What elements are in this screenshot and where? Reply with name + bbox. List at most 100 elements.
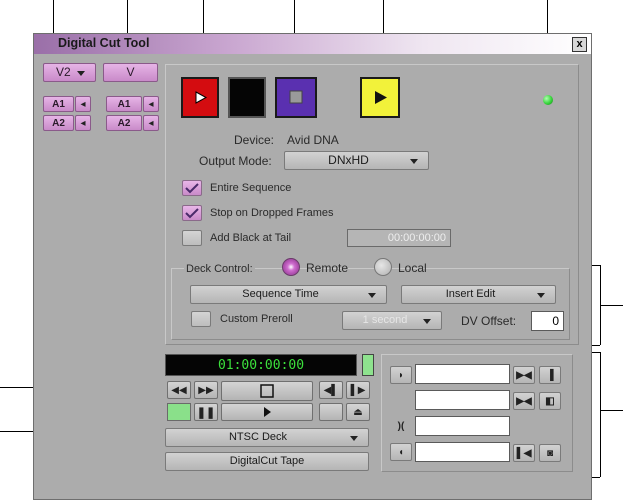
dv-offset-label: DV Offset: bbox=[461, 314, 517, 328]
duration-field[interactable] bbox=[415, 416, 510, 436]
deck-status-indicator bbox=[362, 354, 374, 376]
tape-name-button[interactable]: DigitalCut Tape bbox=[165, 452, 369, 471]
arrow-left-icon: ◂ bbox=[80, 98, 86, 110]
play-button[interactable] bbox=[360, 77, 400, 118]
rewind-button[interactable]: ◀◀ bbox=[167, 381, 191, 399]
local-radio[interactable] bbox=[374, 258, 392, 276]
audio-track-a1-right[interactable]: A1 bbox=[106, 96, 142, 112]
audio-track-a2-left[interactable]: A2 bbox=[43, 115, 74, 131]
add-black-checkbox[interactable] bbox=[182, 230, 202, 246]
mark-out-button[interactable]: ◖ bbox=[390, 443, 412, 461]
stop-dropped-frames-label: Stop on Dropped Frames bbox=[210, 207, 334, 219]
mark-out-icon: ◖ bbox=[397, 446, 405, 458]
sequence-time-value: Sequence Time bbox=[242, 288, 319, 300]
stop-dropped-frames-checkbox[interactable] bbox=[182, 205, 202, 221]
audio-track-label: A2 bbox=[52, 118, 65, 129]
audio-a1-left-arrow[interactable]: ◂ bbox=[75, 96, 91, 112]
device-value: Avid DNA bbox=[287, 133, 339, 147]
audio-track-label: A1 bbox=[117, 99, 131, 110]
audio-track-a1-left[interactable]: A1 bbox=[43, 96, 74, 112]
clear-both-button[interactable]: ◙ bbox=[539, 444, 561, 462]
rewind-icon: ◀◀ bbox=[171, 384, 187, 396]
record-button[interactable] bbox=[181, 77, 219, 118]
timecode-value: 01:00:00:00 bbox=[217, 358, 305, 373]
step-back-button[interactable]: ◀▌ bbox=[319, 381, 343, 399]
insert-edit-value: Insert Edit bbox=[445, 288, 496, 300]
mark-in-icon: ◗ bbox=[397, 369, 405, 381]
add-black-duration-field[interactable]: 00:00:00:00 bbox=[347, 229, 451, 247]
mark-out-secondary-field[interactable] bbox=[415, 442, 510, 462]
mark-in-button[interactable]: ◗ bbox=[390, 366, 412, 384]
transport-blank-button[interactable] bbox=[319, 403, 343, 421]
play-deck-button[interactable] bbox=[221, 403, 313, 421]
stop-deck-button[interactable] bbox=[221, 381, 313, 401]
title-bar[interactable]: Digital Cut Tool x bbox=[34, 34, 591, 54]
pause-icon: ❚❚ bbox=[196, 406, 216, 419]
go-to-in-icon: ▶◀ bbox=[516, 369, 532, 381]
entire-sequence-label: Entire Sequence bbox=[210, 182, 292, 194]
clear-out-button[interactable]: ◧ bbox=[539, 392, 561, 410]
output-mode-label: Output Mode: bbox=[199, 154, 272, 168]
clear-in-icon: ▐ bbox=[546, 369, 554, 381]
video-track-dropdown[interactable]: V2 bbox=[43, 63, 96, 82]
audio-a2-left-arrow[interactable]: ◂ bbox=[75, 115, 91, 131]
preview-button[interactable] bbox=[275, 77, 317, 118]
window-title: Digital Cut Tool bbox=[58, 36, 150, 50]
video-track-label: V2 bbox=[56, 65, 71, 79]
go-to-out-icon: ▶◀ bbox=[516, 395, 532, 407]
remote-radio[interactable] bbox=[282, 258, 300, 276]
eject-button[interactable]: ⏏ bbox=[346, 403, 370, 421]
callout-line bbox=[600, 352, 601, 477]
insert-edit-dropdown[interactable]: Insert Edit bbox=[401, 285, 556, 304]
preroll-dropdown[interactable]: 1 second bbox=[342, 311, 442, 330]
add-black-label: Add Black at Tail bbox=[210, 232, 292, 244]
local-label: Local bbox=[398, 261, 427, 275]
record-indicator-button[interactable] bbox=[167, 403, 191, 421]
clear-both-icon: ◙ bbox=[546, 447, 554, 459]
audio-track-a2-right[interactable]: A2 bbox=[106, 115, 142, 131]
device-label: Device: bbox=[234, 133, 275, 147]
entire-sequence-checkbox[interactable] bbox=[182, 180, 202, 196]
audio-track-label: A2 bbox=[117, 118, 131, 129]
step-forward-button[interactable]: ▌▶ bbox=[346, 381, 370, 399]
mark-in-field[interactable] bbox=[415, 364, 510, 384]
callout-line bbox=[600, 410, 623, 411]
remote-label: Remote bbox=[306, 261, 349, 275]
audio-track-label: A1 bbox=[52, 99, 65, 110]
output-mode-dropdown[interactable]: DNxHD bbox=[284, 151, 429, 170]
step-back-icon: ◀▌ bbox=[323, 384, 339, 396]
timecode-display: 01:00:00:00 bbox=[165, 354, 357, 376]
preroll-value: 1 second bbox=[362, 314, 408, 326]
close-button[interactable]: x bbox=[572, 37, 587, 52]
check-icon bbox=[185, 208, 199, 219]
audio-a2-right-arrow[interactable]: ◂ bbox=[143, 115, 159, 131]
step-forward-icon: ▌▶ bbox=[350, 384, 366, 396]
custom-preroll-checkbox[interactable] bbox=[191, 311, 211, 327]
go-to-mark-button[interactable]: ▌◀ bbox=[513, 444, 535, 462]
dv-offset-field[interactable]: 0 bbox=[531, 311, 564, 331]
clear-in-button[interactable]: ▐ bbox=[539, 366, 561, 384]
clear-out-icon: ◧ bbox=[545, 395, 555, 407]
play-icon bbox=[195, 91, 208, 104]
pause-button[interactable]: ❚❚ bbox=[194, 403, 218, 421]
play-icon bbox=[264, 407, 271, 417]
go-to-out-button[interactable]: ▶◀ bbox=[513, 392, 535, 410]
sequence-time-dropdown[interactable]: Sequence Time bbox=[190, 285, 387, 304]
stop-icon bbox=[260, 384, 274, 398]
eject-icon: ⏏ bbox=[353, 406, 363, 418]
check-icon bbox=[185, 183, 199, 194]
arrow-left-icon: ◂ bbox=[80, 117, 86, 129]
arrow-left-icon: ◂ bbox=[148, 117, 154, 129]
mark-out-field[interactable] bbox=[415, 390, 510, 410]
go-to-in-button[interactable]: ▶◀ bbox=[513, 366, 535, 384]
deck-dropdown[interactable]: NTSC Deck bbox=[165, 428, 369, 447]
stop-button[interactable] bbox=[228, 77, 266, 118]
arrow-left-icon: ◂ bbox=[148, 98, 154, 110]
video-track-button[interactable]: V bbox=[103, 63, 158, 82]
square-icon bbox=[289, 90, 303, 104]
fast-forward-button[interactable]: ▶▶ bbox=[194, 381, 218, 399]
digital-cut-window: Digital Cut Tool x V2 V A1 ◂ A1 ◂ A2 ◂ A… bbox=[33, 33, 592, 500]
audio-a1-right-arrow[interactable]: ◂ bbox=[143, 96, 159, 112]
deck-control-label: Deck Control: bbox=[184, 263, 255, 275]
status-led bbox=[543, 95, 553, 105]
